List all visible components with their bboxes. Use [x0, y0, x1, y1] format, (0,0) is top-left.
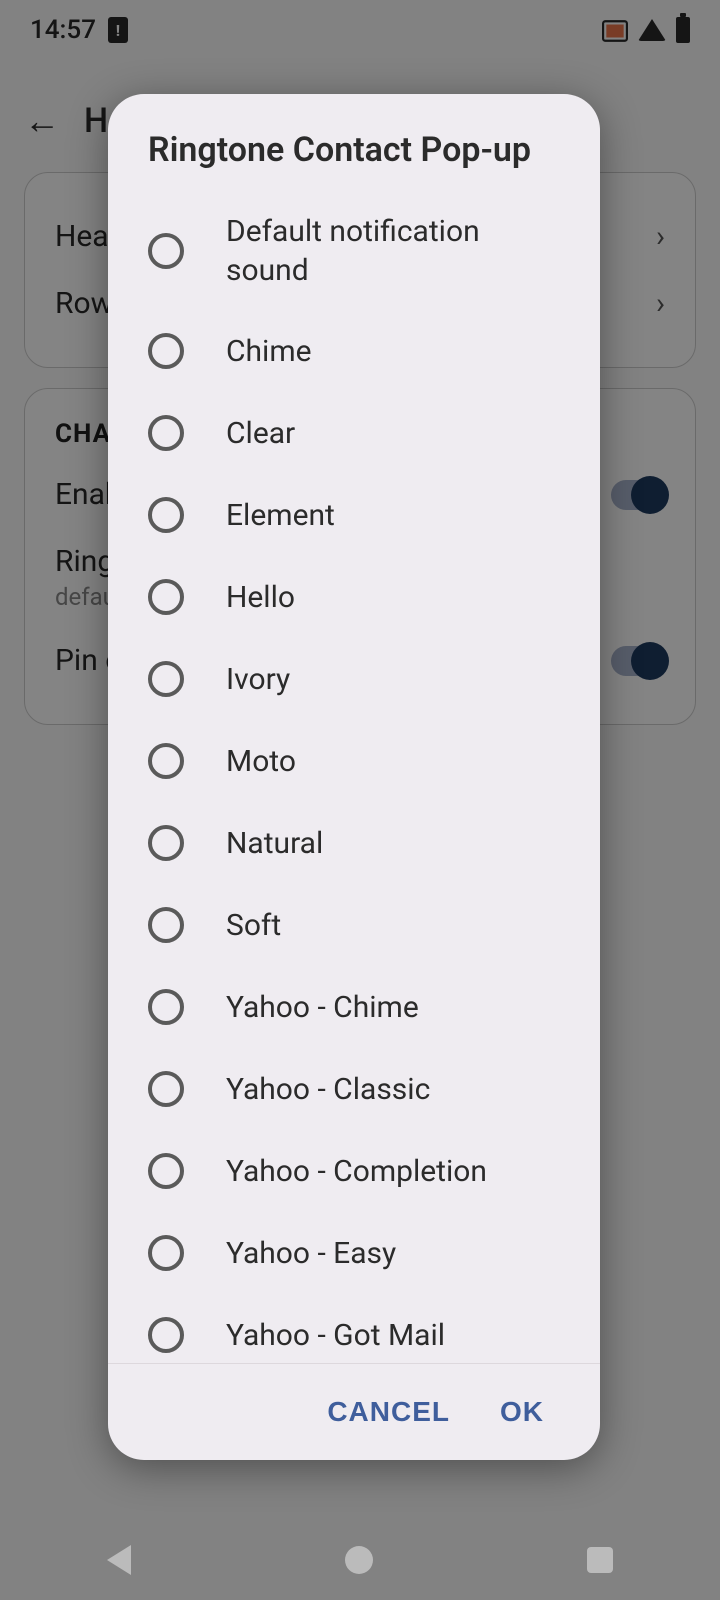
option-moto[interactable]: Moto	[108, 720, 600, 802]
option-label: Natural	[226, 824, 323, 863]
option-clear[interactable]: Clear	[108, 392, 600, 474]
option-label: Chime	[226, 332, 312, 371]
option-natural[interactable]: Natural	[108, 802, 600, 884]
option-yahoo-chime[interactable]: Yahoo - Chime	[108, 966, 600, 1048]
radio-icon[interactable]	[148, 989, 184, 1025]
option-yahoo-completion[interactable]: Yahoo - Completion	[108, 1130, 600, 1212]
radio-icon[interactable]	[148, 233, 184, 269]
radio-icon[interactable]	[148, 907, 184, 943]
option-ivory[interactable]: Ivory	[108, 638, 600, 720]
radio-icon[interactable]	[148, 415, 184, 451]
radio-icon[interactable]	[148, 1235, 184, 1271]
radio-icon[interactable]	[148, 579, 184, 615]
option-label: Moto	[226, 742, 296, 781]
radio-icon[interactable]	[148, 743, 184, 779]
radio-icon[interactable]	[148, 1317, 184, 1353]
option-element[interactable]: Element	[108, 474, 600, 556]
nav-back-icon[interactable]	[107, 1545, 131, 1575]
radio-icon[interactable]	[148, 333, 184, 369]
option-label: Yahoo - Classic	[226, 1070, 430, 1109]
option-label: Yahoo - Chime	[226, 988, 419, 1027]
option-yahoo-classic[interactable]: Yahoo - Classic	[108, 1048, 600, 1130]
option-label: Hello	[226, 578, 295, 617]
radio-icon[interactable]	[148, 1071, 184, 1107]
option-label: Yahoo - Got Mail	[226, 1316, 445, 1355]
option-label: Yahoo - Completion	[226, 1152, 487, 1191]
ok-button[interactable]: OK	[500, 1396, 544, 1428]
navigation-bar	[0, 1520, 720, 1600]
option-yahoo-got-mail[interactable]: Yahoo - Got Mail	[108, 1294, 600, 1363]
dialog-title: Ringtone Contact Pop-up	[108, 94, 600, 192]
dialog-actions: CANCEL OK	[108, 1363, 600, 1460]
cancel-button[interactable]: CANCEL	[327, 1396, 450, 1428]
option-label: Soft	[226, 906, 281, 945]
nav-recent-icon[interactable]	[587, 1547, 613, 1573]
radio-icon[interactable]	[148, 825, 184, 861]
option-label: Default notification sound	[226, 212, 560, 290]
option-label: Yahoo - Easy	[226, 1234, 396, 1273]
ringtone-dialog: Ringtone Contact Pop-up Default notifica…	[108, 94, 600, 1460]
nav-home-icon[interactable]	[345, 1546, 373, 1574]
option-label: Ivory	[226, 660, 290, 699]
option-soft[interactable]: Soft	[108, 884, 600, 966]
radio-icon[interactable]	[148, 1153, 184, 1189]
option-default-notification[interactable]: Default notification sound	[108, 192, 600, 310]
radio-icon[interactable]	[148, 661, 184, 697]
radio-icon[interactable]	[148, 497, 184, 533]
option-label: Element	[226, 496, 335, 535]
option-yahoo-easy[interactable]: Yahoo - Easy	[108, 1212, 600, 1294]
option-hello[interactable]: Hello	[108, 556, 600, 638]
ringtone-option-list[interactable]: Default notification sound Chime Clear Elem…	[108, 192, 600, 1363]
option-chime[interactable]: Chime	[108, 310, 600, 392]
option-label: Clear	[226, 414, 295, 453]
